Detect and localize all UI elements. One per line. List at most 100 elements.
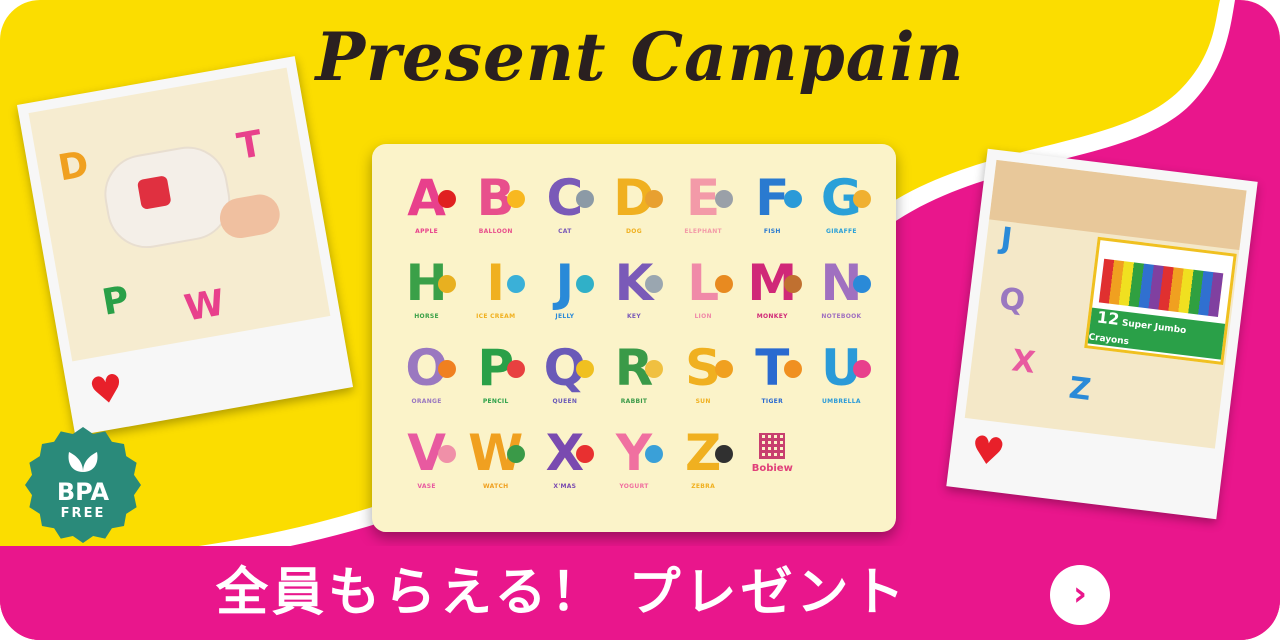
cta-arrow-button[interactable]: › [1050, 565, 1110, 625]
photo-card-left: D P W T ♥ [16, 56, 354, 436]
letter-tile: A APPLE [392, 170, 461, 255]
letter-illustration-icon [576, 275, 595, 293]
letter-word: ORANGE [411, 398, 442, 405]
letter-illustration-icon [852, 360, 871, 378]
letter-word: HORSE [414, 313, 439, 320]
letter-illustration-icon [576, 360, 595, 378]
letter-illustration-icon [852, 275, 871, 293]
letter-tile: L LION [669, 255, 738, 340]
letter-tile: I ICE CREAM [461, 255, 530, 340]
letter-illustration-icon [783, 190, 802, 208]
qr-code-icon [759, 433, 786, 459]
letter-word: WATCH [482, 483, 509, 490]
letter-tile: C CAT [530, 170, 599, 255]
letter-illustration-icon [645, 275, 664, 293]
letter-word: MONKEY [756, 313, 788, 320]
letter-word: BALLOON [478, 228, 513, 235]
letter-illustration-icon [783, 275, 802, 293]
letter-illustration-icon [783, 360, 802, 378]
badge-line2: FREE [60, 506, 106, 521]
letter-tile: T TIGER [738, 340, 807, 425]
letter-tile: B BALLOON [461, 170, 530, 255]
bpa-free-badge: BPA FREE [24, 426, 142, 544]
letter-illustration-icon [438, 360, 456, 378]
letter-word: UMBRELLA [822, 398, 861, 405]
letter-tile: R RABBIT [599, 340, 668, 425]
brand-logo: Bobiew [751, 463, 793, 474]
letter-tile: K KEY [599, 255, 668, 340]
letter-illustration-icon [438, 190, 456, 208]
letter-tile: M MONKEY [738, 255, 807, 340]
letter-tile: U UMBRELLA [807, 340, 876, 425]
letter-tile: H HORSE [392, 255, 461, 340]
leaf-icon [68, 452, 98, 472]
letter-word: DOG [626, 228, 642, 235]
letter-illustration-icon [507, 190, 526, 208]
letter-word: ELEPHANT [684, 228, 722, 235]
letter-word: ZEBRA [691, 483, 716, 490]
heart-icon: ♥ [86, 365, 128, 415]
letter-word: GIRAFFE [826, 228, 857, 235]
letter-illustration-icon [852, 190, 871, 208]
letter-illustration-icon [714, 360, 733, 378]
letter-illustration-icon [438, 445, 456, 463]
letter-word: QUEEN [552, 398, 578, 405]
mat-photo-right: J Q X Z 12 Super Jumbo Crayons [964, 159, 1247, 449]
letter-tile: G GIRAFFE [807, 170, 876, 255]
alphabet-mat: A APPLE B BALLOON C CAT D DOG E ELEPHANT F FISH G GIR… [372, 144, 896, 532]
letter-illustration-icon [645, 190, 664, 208]
letter-illustration-icon [714, 445, 733, 463]
letter-word: FISH [763, 228, 781, 235]
letter-word: RABBIT [620, 398, 648, 405]
letter-word: TIGER [761, 398, 783, 405]
letter-char: I [486, 254, 506, 312]
letter-tile: S SUN [669, 340, 738, 425]
letter-word: APPLE [415, 228, 438, 235]
letter-illustration-icon [645, 445, 664, 463]
letter-illustration-icon [507, 360, 526, 378]
letter-illustration-icon [714, 190, 733, 208]
letter-tile: D DOG [599, 170, 668, 255]
letter-illustration-icon [438, 275, 456, 293]
letter-tile: F FISH [738, 170, 807, 255]
letter-word: NOTEBOOK [821, 313, 862, 320]
letter-word: X'MAS [553, 483, 577, 490]
letter-illustration-icon [645, 360, 664, 378]
letter-tile: V VASE [392, 425, 461, 510]
crayon-box: 12 Super Jumbo Crayons [1084, 236, 1237, 365]
letter-illustration-icon [507, 275, 526, 293]
letter-illustration-icon [576, 445, 595, 463]
letter-tile: J JELLY [530, 255, 599, 340]
badge-line1: BPA [56, 478, 110, 506]
mat-photo-left: D P W T [28, 67, 331, 362]
letter-char: J [555, 254, 575, 312]
heart-icon: ♥ [968, 427, 1008, 475]
letter-tile: W WATCH [461, 425, 530, 510]
letter-tile: P PENCIL [461, 340, 530, 425]
letter-tile: Q QUEEN [530, 340, 599, 425]
alphabet-grid: A APPLE B BALLOON C CAT D DOG E ELEPHANT F FISH G GIR… [392, 170, 876, 510]
cta-label[interactable]: 全員もらえる！ プレゼント [216, 548, 909, 638]
letter-word: JELLY [555, 313, 575, 320]
chevron-right-icon: › [1072, 574, 1087, 614]
letter-illustration-icon [714, 275, 733, 293]
letter-tile: N NOTEBOOK [807, 255, 876, 340]
letter-word: CAT [558, 228, 572, 235]
letter-tile: E ELEPHANT [669, 170, 738, 255]
letter-tile: O ORANGE [392, 340, 461, 425]
crayon-count: 12 [1095, 307, 1121, 329]
letter-word: YOGURT [619, 483, 649, 490]
letter-tile: Z ZEBRA [669, 425, 738, 510]
letter-illustration-icon [576, 190, 595, 208]
photo-card-right: J Q X Z 12 Super Jumbo Crayons ♥ [946, 148, 1258, 520]
letter-word: LION [694, 313, 712, 320]
letter-word: VASE [417, 483, 436, 490]
letter-tile: Y YOGURT [599, 425, 668, 510]
letter-word: KEY [626, 313, 641, 320]
campaign-banner[interactable]: Present Campain D P W T ♥ J Q X Z 12 Sup… [0, 0, 1280, 640]
letter-word: PENCIL [482, 398, 509, 405]
letter-word: ICE CREAM [476, 313, 516, 320]
letter-tile: X X'MAS [530, 425, 599, 510]
brand-tile: Bobiew [738, 425, 807, 510]
letter-word: SUN [695, 398, 711, 405]
